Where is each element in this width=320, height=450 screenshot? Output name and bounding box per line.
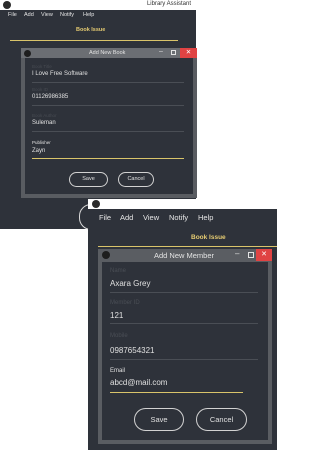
app-icon — [3, 1, 11, 9]
tab-book-issue[interactable]: Book Issue — [76, 27, 105, 33]
book-title-field[interactable]: I Love Free Software — [32, 71, 88, 77]
publisher-field[interactable]: Zayn — [32, 148, 45, 154]
close-icon[interactable]: ✕ — [256, 249, 272, 261]
app-title: Library Assistant — [146, 1, 191, 7]
mobile-label: Mobile — [110, 333, 128, 339]
book-author-label: Book Author — [32, 113, 57, 118]
menu-help[interactable]: Help — [83, 12, 94, 18]
book-title-underline — [32, 82, 184, 83]
add-new-member-dialog: Add New Member – ✕ Name Axara Grey Membe… — [98, 249, 272, 444]
tab-book-issue[interactable]: Book Issue — [191, 234, 226, 241]
mobile-underline — [110, 359, 258, 360]
dialog-app-icon — [102, 251, 110, 259]
app-icon — [92, 200, 100, 208]
maximize-icon[interactable] — [248, 252, 254, 258]
save-button[interactable]: Save — [134, 408, 184, 431]
book-title-label: Book Title — [32, 64, 52, 69]
dialog-title: Add New Book — [89, 50, 126, 56]
dialog-form: Book Title I Love Free Software Book ID … — [25, 58, 193, 194]
member-id-label: Member ID — [110, 300, 140, 306]
book-id-label: Book ID — [32, 87, 49, 92]
tab-underline — [98, 246, 277, 247]
dialog-title: Add New Member — [154, 251, 215, 260]
email-field[interactable]: abcd@mail.com — [110, 378, 167, 387]
publisher-underline — [32, 158, 184, 159]
menu-add[interactable]: Add — [120, 213, 133, 222]
cancel-button[interactable]: Cancel — [118, 172, 154, 187]
library-assistant-window-back: Library Assistant File Add View Notify H… — [0, 0, 199, 230]
dialog-app-icon — [24, 49, 31, 57]
save-button[interactable]: Save — [69, 172, 108, 187]
dialog-form: Name Axara Grey Member ID 121 Mobile 098… — [102, 262, 268, 440]
publisher-label: Publisher — [32, 140, 51, 145]
menu-notify[interactable]: Notify — [169, 213, 188, 222]
menu-file[interactable]: File — [8, 12, 17, 18]
menu-add[interactable]: Add — [24, 12, 34, 18]
book-id-underline — [32, 105, 184, 106]
email-underline — [110, 392, 243, 393]
menu-view[interactable]: View — [143, 213, 159, 222]
name-field[interactable]: Axara Grey — [110, 279, 150, 288]
name-label: Name — [110, 268, 127, 274]
tab-underline — [10, 40, 178, 41]
menu-help[interactable]: Help — [198, 213, 213, 222]
menu-file[interactable]: File — [99, 213, 111, 222]
name-underline — [110, 292, 258, 293]
book-id-field[interactable]: 01126986385 — [32, 94, 68, 100]
member-id-underline — [110, 323, 258, 324]
minimize-icon[interactable]: – — [159, 48, 163, 55]
member-id-field[interactable]: 121 — [110, 311, 123, 320]
close-icon[interactable]: ✕ — [180, 48, 197, 58]
minimize-icon[interactable]: – — [235, 249, 239, 258]
menu-notify[interactable]: Notify — [60, 12, 74, 18]
maximize-icon[interactable] — [171, 50, 176, 55]
book-author-field[interactable]: Suleman — [32, 120, 56, 126]
title-bar: Library Assistant — [0, 0, 196, 10]
add-new-book-dialog: Add New Book – ✕ Book Title I Love Free … — [21, 48, 197, 198]
menu-view[interactable]: View — [41, 12, 53, 18]
library-assistant-window-front: File Add View Notify Help Book Issue Add… — [88, 199, 277, 450]
book-author-underline — [32, 131, 184, 132]
mobile-field[interactable]: 0987654321 — [110, 346, 155, 355]
email-label: Email — [110, 368, 126, 374]
cancel-button[interactable]: Cancel — [196, 408, 247, 431]
